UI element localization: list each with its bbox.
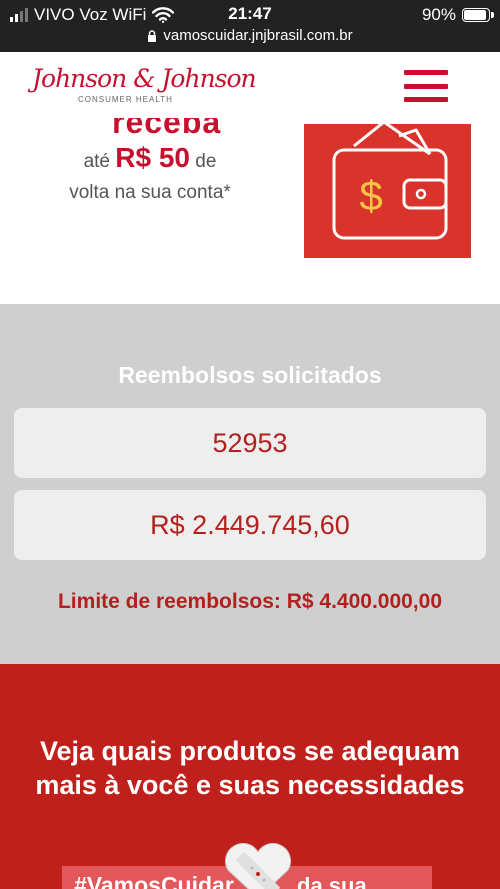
address-bar[interactable]: vamoscuidar.jnjbrasil.com.br [0,27,500,44]
stats-title: Reembolsos solicitados [118,362,382,388]
refund-count-value: 52953 [212,427,288,458]
wallet-dollar-icon: $ [304,120,471,258]
hero-title: receba [112,118,222,140]
refund-count-field: 52953 [14,408,486,478]
hero-suffix: de [195,151,217,172]
battery-fill [464,10,486,20]
refund-stats: Reembolsos solicitados 52953 R$ 2.449.74… [0,304,500,664]
svg-text:$: $ [359,172,382,219]
status-right: 90% [421,5,494,25]
cta-heading: Veja quais produtos se adequam mais à vo… [35,736,465,800]
hero-subtext: volta na sua conta* [69,182,231,203]
status-bar: VIVO Voz WiFi 21:47 90% vamoscuidar.jnjb… [0,0,500,52]
lock-icon [148,29,157,42]
refund-limit-text: Limite de reembolsos: R$ 4.400.000,00 [57,590,443,613]
hero-offer-line: até R$ 50 de [0,142,300,174]
battery-icon [462,8,494,22]
jnj-logo[interactable]: Johnson & Johnson CONSUMER HEALTH [32,64,257,104]
logo-wordmark: Johnson & Johnson [32,64,257,93]
battery-percent: 90% [421,5,456,24]
bandage-heart-icon [225,843,291,889]
banner-hashtag: #VamosCuidar [74,872,234,889]
refund-amount-value: R$ 2.449.745,60 [150,509,350,540]
banner-tagline: da sua beleza [297,873,367,889]
logo-subtitle: CONSUMER HEALTH [78,95,173,104]
hero-section: receba até R$ 50 de volta na sua conta* … [0,118,500,304]
hero-amount: R$ 50 [115,142,190,173]
refund-amount-field: R$ 2.449.745,60 [14,490,486,560]
site-header: Johnson & Johnson CONSUMER HEALTH [0,52,500,118]
hamburger-icon[interactable] [404,70,448,102]
url-text: vamoscuidar.jnjbrasil.com.br [163,27,353,44]
products-cta-section: Veja quais produtos se adequam mais à vo… [0,664,500,889]
hero-prefix: até [83,151,110,172]
